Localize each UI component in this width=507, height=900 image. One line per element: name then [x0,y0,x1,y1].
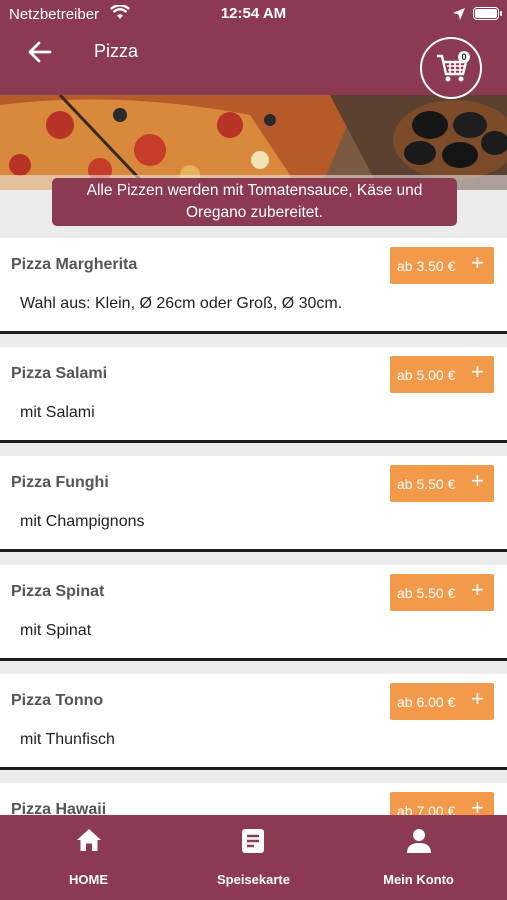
cart-button[interactable]: 0 [420,37,482,99]
item-description: mit Champignons [20,513,145,530]
add-to-cart-button[interactable]: ab 3.50 € + [390,247,494,284]
item-name: Pizza Margherita [11,256,138,273]
price-label: ab 3.50 € [397,258,456,274]
bottom-navigation: HOME Speisekarte Mein Konto [0,815,507,900]
price-label: ab 6.00 € [397,694,456,710]
item-name: Pizza Tonno [11,692,104,709]
price-label: ab 5.50 € [397,585,456,601]
plus-icon: + [471,250,484,275]
nav-label: HOME [69,872,108,887]
page-title: Pizza [94,41,139,61]
item-name: Pizza Spinat [11,583,105,600]
nav-item-home[interactable]: HOME [4,815,173,900]
add-to-cart-button[interactable]: ab 5.50 € + [390,574,494,611]
price-label: ab 5.50 € [397,476,456,492]
list-item[interactable]: Pizza Salami ab 5.00 € + mit Salami [0,347,507,443]
list-item[interactable]: Pizza Funghi ab 5.50 € + mit Champignons [0,456,507,552]
clock: 12:54 AM [220,5,287,22]
nav-item-speisekarte[interactable]: Speisekarte [169,815,338,900]
plus-icon: + [471,577,484,602]
home-icon [77,829,101,851]
nav-label: Speisekarte [217,872,290,887]
add-to-cart-button[interactable]: ab 5.50 € + [390,465,494,502]
item-description: mit Spinat [20,622,92,639]
hero-image [0,95,507,190]
add-to-cart-button[interactable]: ab 6.00 € + [390,683,494,720]
item-description: Wahl aus: Klein, Ø 26cm oder Groß, Ø 30c… [20,295,343,312]
list-item[interactable]: Pizza Margherita ab 3.50 € + Wahl aus: K… [0,238,507,334]
plus-icon: + [471,468,484,493]
item-description: mit Thunfisch [20,731,115,748]
plus-icon: + [471,359,484,384]
nav-item-mein-konto[interactable]: Mein Konto [334,815,503,900]
status-bar: Netzbetreiber 12:54 AM [0,0,507,28]
nav-label: Mein Konto [383,872,454,887]
item-description: mit Salami [20,404,95,421]
person-icon [407,829,431,853]
info-banner: Alle Pizzen werden mit Tomatensauce, Käs… [52,178,457,226]
price-label: ab 5.00 € [397,367,456,383]
info-banner-line-2: Oregano zubereitet. [185,204,323,221]
back-arrow-icon[interactable] [24,36,56,68]
plus-icon: + [471,686,484,711]
item-name: Pizza Funghi [11,474,109,491]
battery-icon [473,7,499,20]
list-item[interactable]: Pizza Spinat ab 5.50 € + mit Spinat [0,565,507,661]
cart-count-badge: 0 [458,51,470,63]
list-item[interactable]: Pizza Tonno ab 6.00 € + mit Thunfisch [0,674,507,770]
info-banner-line-1: Alle Pizzen werden mit Tomatensauce, Käs… [86,182,423,199]
add-to-cart-button[interactable]: ab 5.00 € + [390,356,494,393]
menu-icon [242,829,264,853]
item-name: Pizza Salami [11,365,108,382]
location-arrow-icon [453,8,465,20]
